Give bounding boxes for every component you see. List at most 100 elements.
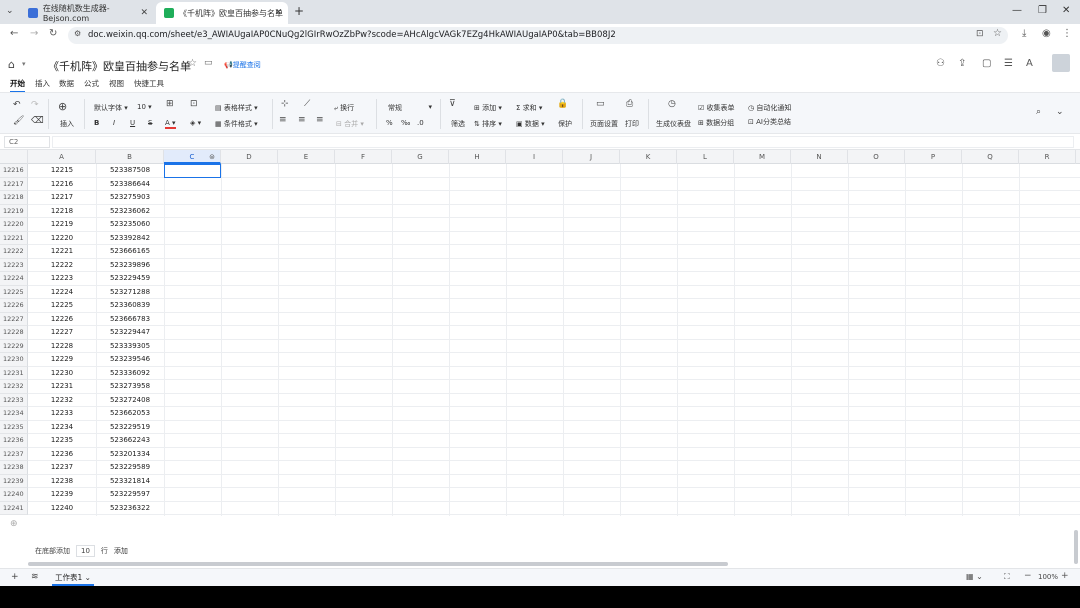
ai-summary-button[interactable]: ⊡ AI分类总结	[748, 117, 791, 127]
add-sheet-icon[interactable]: +	[11, 572, 19, 582]
row-header[interactable]: 12220	[0, 218, 28, 232]
profile-icon[interactable]: ◉	[1042, 28, 1051, 39]
browser-tab-bejson[interactable]: 在线随机数生成器-Bejson.com ✕	[20, 2, 154, 24]
undo-icon[interactable]: ↶	[13, 100, 21, 110]
zoom-out-icon[interactable]: −	[1024, 571, 1032, 581]
cell-b[interactable]: 523239546	[96, 353, 164, 367]
menu-icon[interactable]: ☰	[1004, 58, 1013, 69]
add-button[interactable]: ⊞ 添加 ▾	[474, 103, 502, 113]
print-icon[interactable]: ⎙	[626, 99, 633, 109]
menu-data[interactable]: 数据	[59, 78, 74, 89]
align-right-icon[interactable]: ≡	[316, 115, 324, 125]
column-header-p[interactable]: P	[905, 150, 962, 164]
name-box[interactable]: C2	[4, 136, 50, 148]
browser-menu-icon[interactable]: ⋮	[1062, 28, 1072, 39]
home-icon[interactable]: ⌂	[8, 58, 15, 71]
document-title[interactable]: 《千机阵》欧皇百抽参与名单	[48, 58, 191, 74]
row-header[interactable]: 12234	[0, 407, 28, 421]
cell-a[interactable]: 12216	[29, 178, 95, 192]
column-header-l[interactable]: L	[677, 150, 734, 164]
forward-icon[interactable]: →	[30, 28, 38, 39]
text-format-icon[interactable]: A	[1026, 58, 1033, 69]
cell-a[interactable]: 12234	[29, 421, 95, 435]
cell-b[interactable]: 523239896	[96, 259, 164, 273]
italic-button[interactable]: I	[113, 119, 115, 127]
cell-b[interactable]: 523662053	[96, 407, 164, 421]
cell-b[interactable]: 523201334	[96, 448, 164, 462]
sheet-tab[interactable]: 工作表1 ⌄	[52, 572, 94, 586]
row-header[interactable]: 12219	[0, 204, 28, 218]
cell-b[interactable]: 523229519	[96, 421, 164, 435]
view-mode-icon[interactable]: ▦ ⌄	[966, 572, 983, 581]
column-header-o[interactable]: O	[848, 150, 905, 164]
cell-a[interactable]: 12217	[29, 191, 95, 205]
cell-b[interactable]: 523229597	[96, 488, 164, 502]
add-rows-button[interactable]: 添加	[114, 546, 128, 556]
align-left-icon[interactable]: ≡	[279, 115, 287, 125]
cell-b[interactable]: 523360839	[96, 299, 164, 313]
cell-a[interactable]: 12237	[29, 461, 95, 475]
browser-tab-sheet[interactable]: 《千机阵》欧皇百抽参与名单 ✕	[156, 2, 288, 24]
tab-search-icon[interactable]: ⌄	[6, 6, 14, 16]
wrap-button[interactable]: ⤶ 换行	[334, 103, 354, 113]
menu-insert[interactable]: 插入	[35, 78, 50, 89]
cell-b[interactable]: 523273958	[96, 380, 164, 394]
row-header[interactable]: 12233	[0, 393, 28, 407]
cell-a[interactable]: 12219	[29, 218, 95, 232]
zoom-level[interactable]: 100%	[1038, 573, 1058, 581]
cell-a[interactable]: 12233	[29, 407, 95, 421]
cell-a[interactable]: 12227	[29, 326, 95, 340]
column-header-a[interactable]: A	[28, 150, 96, 164]
row-header[interactable]: 12227	[0, 312, 28, 326]
home-dropdown-icon[interactable]: ▾	[22, 60, 26, 68]
horizontal-scrollbar[interactable]	[28, 562, 728, 566]
cell-b[interactable]: 523229589	[96, 461, 164, 475]
strikethrough-button[interactable]: S	[148, 119, 152, 127]
page-setup-icon[interactable]: ▭	[596, 99, 605, 109]
column-header-n[interactable]: N	[791, 150, 848, 164]
cell-a[interactable]: 12224	[29, 286, 95, 300]
column-header-r[interactable]: R	[1019, 150, 1076, 164]
zoom-in-icon[interactable]: +	[1061, 571, 1069, 581]
cell-a[interactable]: 12232	[29, 394, 95, 408]
share-icon[interactable]: ⇪	[958, 58, 966, 69]
row-header[interactable]: 12237	[0, 447, 28, 461]
close-window-icon[interactable]: ✕	[1062, 5, 1070, 16]
remind-link[interactable]: 📢提醒查阅	[224, 60, 261, 70]
row-header[interactable]: 12232	[0, 380, 28, 394]
thousands-button[interactable]: ‰	[401, 119, 410, 127]
cell-a[interactable]: 12238	[29, 475, 95, 489]
table-style-button[interactable]: ▤ 表格样式 ▾	[215, 103, 258, 113]
text-rotate-icon[interactable]: ⟋	[304, 99, 310, 109]
cell-b[interactable]: 523386644	[96, 178, 164, 192]
page-setup-button[interactable]: 页面设置	[590, 119, 618, 129]
site-info-icon[interactable]: ⚙	[74, 29, 81, 38]
number-format-select[interactable]: 常规 ▾	[388, 103, 432, 113]
decimal-button[interactable]: .0	[417, 119, 424, 127]
fullscreen-icon[interactable]: ⛶	[1004, 572, 1010, 582]
cell-a[interactable]: 12222	[29, 259, 95, 273]
data-group-button[interactable]: ⊞ 数据分组	[698, 118, 734, 128]
row-header[interactable]: 12217	[0, 177, 28, 191]
cell-a[interactable]: 12215	[29, 164, 95, 178]
new-tab-button[interactable]: +	[294, 4, 304, 18]
url-text[interactable]: doc.weixin.qq.com/sheet/e3_AWIAUgaIAP0CN…	[88, 30, 616, 40]
row-header[interactable]: 12238	[0, 461, 28, 475]
sum-button[interactable]: Σ 求和 ▾	[516, 103, 542, 113]
sort-button[interactable]: ⇅ 排序 ▾	[474, 119, 502, 129]
font-color-button[interactable]: A ▾	[165, 119, 176, 129]
row-header[interactable]: 12224	[0, 272, 28, 286]
filter-icon[interactable]: ⊽	[449, 99, 456, 109]
column-header-q[interactable]: Q	[962, 150, 1019, 164]
row-header[interactable]: 12240	[0, 488, 28, 502]
conditional-format-button[interactable]: ▦ 条件格式 ▾	[215, 119, 258, 129]
data-button[interactable]: ▣ 数据 ▾	[516, 119, 545, 129]
protect-button[interactable]: 保护	[558, 119, 572, 129]
column-header-g[interactable]: G	[392, 150, 449, 164]
omnibox[interactable]: ⚙ doc.weixin.qq.com/sheet/e3_AWIAUgaIAP0…	[68, 27, 1008, 44]
column-filter-icon[interactable]: ⊜	[209, 150, 215, 164]
row-header[interactable]: 12222	[0, 245, 28, 259]
format-painter-icon[interactable]: 🖌	[13, 116, 24, 126]
back-icon[interactable]: ←	[10, 28, 18, 39]
vertical-scrollbar[interactable]	[1074, 530, 1078, 564]
